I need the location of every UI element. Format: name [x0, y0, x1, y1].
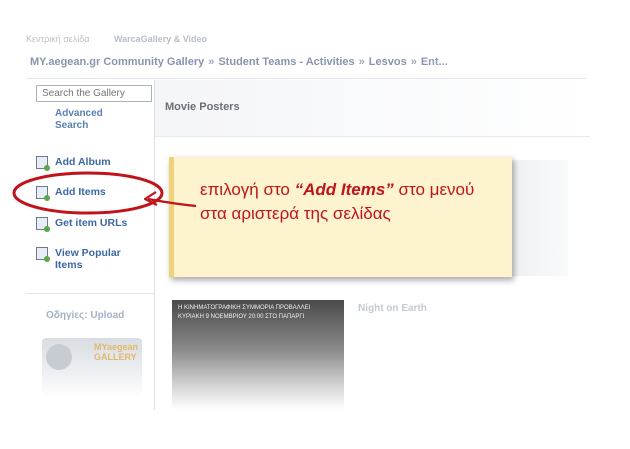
annotation-overlay	[12, 171, 197, 215]
highlight-ellipse	[12, 171, 164, 215]
screenshot-page: Κεντρική σελίδα WarcaGallery & Video MY.…	[0, 0, 630, 449]
